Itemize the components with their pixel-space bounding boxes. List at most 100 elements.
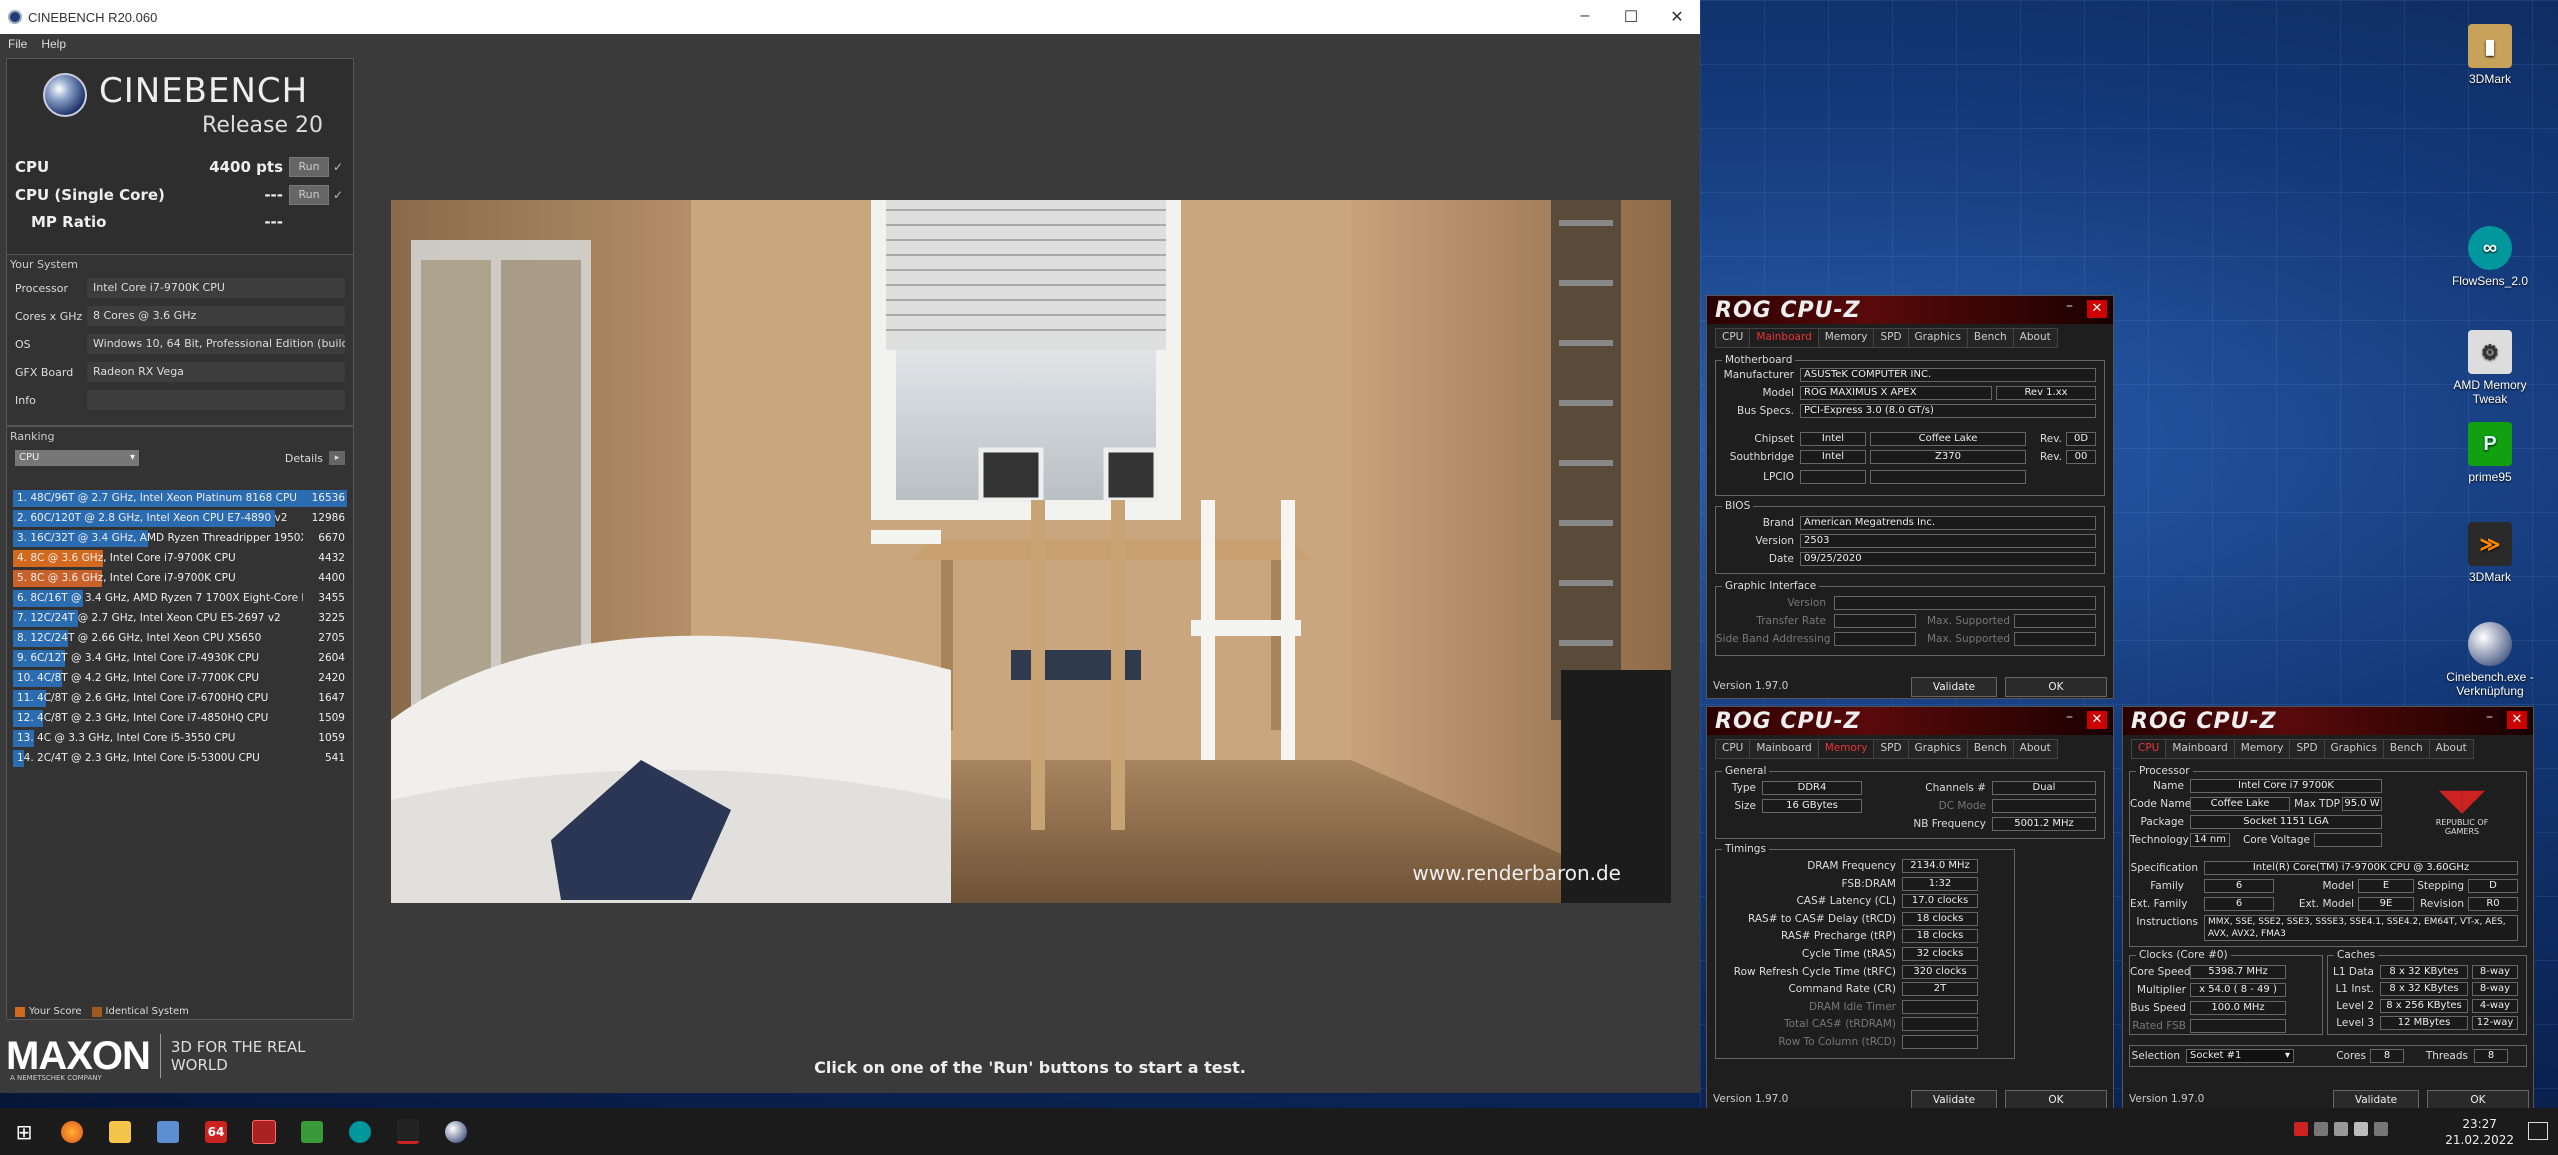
taskbar-cpuz[interactable] (240, 1108, 288, 1155)
tab-mainboard[interactable]: Mainboard (2165, 739, 2235, 759)
minimize-button[interactable]: – (2486, 709, 2493, 725)
ranking-item[interactable]: 10. 4C/8T @ 4.2 GHz, Intel Core i7-7700K… (13, 669, 347, 688)
field-label: Model (1762, 387, 1794, 399)
tray-app-icon[interactable] (2334, 1122, 2348, 1136)
cache-size-value: 8 x 32 KBytes (2380, 982, 2468, 996)
validate-button[interactable]: Validate (2333, 1090, 2419, 1110)
close-button[interactable]: ✕ (2087, 300, 2107, 318)
taskbar-arduino[interactable] (336, 1108, 384, 1155)
ranking-item[interactable]: 4. 8C @ 3.6 GHz, Intel Core i7-9700K CPU… (13, 549, 347, 568)
clock[interactable]: 23:27 21.02.2022 (2445, 1116, 2514, 1148)
tab-spd[interactable]: SPD (1873, 328, 1909, 348)
ranking-item[interactable]: 6. 8C/16T @ 3.4 GHz, AMD Ryzen 7 1700X E… (13, 589, 347, 608)
info-field[interactable] (87, 390, 345, 410)
minimize-button[interactable]: – (2066, 709, 2073, 725)
desktop-icon-flowsens[interactable]: ∞ FlowSens_2.0 (2435, 226, 2545, 288)
notification-icon[interactable] (2528, 1122, 2548, 1140)
close-button[interactable]: ✕ (2507, 711, 2527, 729)
minimize-button[interactable]: – (1562, 7, 1608, 27)
menu-help[interactable]: Help (41, 37, 66, 51)
taskbar-msi-afterburner[interactable] (384, 1108, 432, 1155)
tab-cpu[interactable]: CPU (1715, 328, 1751, 348)
ranking-item[interactable]: 5. 8C @ 3.6 GHz, Intel Core i7-9700K CPU… (13, 569, 347, 588)
taskbar-gpu-tool[interactable] (288, 1108, 336, 1155)
taskbar-explorer[interactable] (96, 1108, 144, 1155)
chevron-down-icon: ▾ (129, 452, 135, 463)
tab-graphics[interactable]: Graphics (1907, 739, 1968, 759)
socket-select[interactable]: Socket #1 ▾ (2186, 1049, 2294, 1063)
single-core-enable-checkbox[interactable]: ✓ (329, 188, 347, 202)
tab-spd[interactable]: SPD (1873, 739, 1909, 759)
desktop-icon-cinebench[interactable]: Cinebench.exe - Verknüpfung (2435, 622, 2545, 698)
ranking-item[interactable]: 11. 4C/8T @ 2.6 GHz, Intel Core i7-6700H… (13, 689, 347, 708)
tab-about[interactable]: About (2428, 739, 2474, 759)
tray-volume-icon[interactable] (2354, 1122, 2368, 1136)
ranking-item[interactable]: 2. 60C/120T @ 2.8 GHz, Intel Xeon CPU E7… (13, 509, 347, 528)
tab-bench[interactable]: Bench (2382, 739, 2430, 759)
field-label: Rev. (2039, 433, 2062, 445)
tab-mainboard[interactable]: Mainboard (1749, 328, 1819, 348)
tab-memory[interactable]: Memory (1817, 739, 1875, 759)
ranking-item[interactable]: 9. 6C/12T @ 3.4 GHz, Intel Core i7-4930K… (13, 649, 347, 668)
ranking-item-points: 1059 (318, 732, 345, 744)
desktop-icon-3dmark-folder[interactable]: ▮ 3DMark (2435, 24, 2545, 86)
ranking-item[interactable]: 14. 2C/4T @ 2.3 GHz, Intel Core i5-5300U… (13, 749, 347, 768)
validate-button[interactable]: Validate (1911, 1090, 1997, 1110)
minimize-button[interactable]: – (2066, 298, 2073, 314)
taskbar-aida64[interactable]: 64 (192, 1108, 240, 1155)
tab-bench[interactable]: Bench (1966, 739, 2014, 759)
tab-about[interactable]: About (2012, 328, 2058, 348)
close-button[interactable]: ✕ (1654, 7, 1700, 27)
ranking-item[interactable]: 8. 12C/24T @ 2.66 GHz, Intel Xeon CPU X5… (13, 629, 347, 648)
score-label: CPU (Single Core) (15, 186, 165, 204)
ok-button[interactable]: OK (2427, 1090, 2529, 1110)
tab-memory[interactable]: Memory (2233, 739, 2291, 759)
tab-cpu[interactable]: CPU (1715, 739, 1751, 759)
ok-button[interactable]: OK (2005, 1090, 2107, 1110)
tab-graphics[interactable]: Graphics (1907, 328, 1968, 348)
tab-mainboard[interactable]: Mainboard (1749, 739, 1819, 759)
ranking-item-label: 13. 4C @ 3.3 GHz, Intel Core i5-3550 CPU (17, 732, 236, 744)
tab-spd[interactable]: SPD (2289, 739, 2325, 759)
run-cpu-button[interactable]: Run (289, 157, 329, 177)
cpu-enable-checkbox[interactable]: ✓ (329, 160, 347, 174)
timing-value (1902, 999, 1978, 1014)
tray-network-icon[interactable] (2314, 1122, 2328, 1136)
details-toggle-button[interactable]: ▸ (329, 451, 345, 465)
desktop-icon-3dmark[interactable]: ≫ 3DMark (2435, 522, 2545, 584)
start-button[interactable]: ⊞ (0, 1108, 48, 1155)
system-row: Processor Intel Core i7-9700K CPU (7, 274, 353, 302)
ranking-item[interactable]: 7. 12C/24T @ 2.7 GHz, Intel Xeon CPU E5-… (13, 609, 347, 628)
ranking-type-select[interactable]: CPU ▾ (15, 450, 139, 466)
tab-about[interactable]: About (2012, 739, 2058, 759)
tab-bench[interactable]: Bench (1966, 328, 2014, 348)
close-button[interactable]: ✕ (2087, 711, 2107, 729)
rog-logo: ◥◤ REPUBLIC OF GAMERS (2412, 784, 2512, 850)
tab-cpu[interactable]: CPU (2131, 739, 2167, 759)
ranking-item[interactable]: 12. 4C/8T @ 2.3 GHz, Intel Core i7-4850H… (13, 709, 347, 728)
field-label: Ext. Model (2298, 898, 2354, 910)
taskbar-firefox[interactable] (48, 1108, 96, 1155)
run-single-core-button[interactable]: Run (289, 185, 329, 205)
tab-graphics[interactable]: Graphics (2323, 739, 2384, 759)
timing-value: 18 clocks (1902, 929, 1978, 944)
ranking-item[interactable]: 3. 16C/32T @ 3.4 GHz, AMD Ryzen Threadri… (13, 529, 347, 548)
tray-pdf-icon[interactable] (2294, 1122, 2308, 1136)
validate-button[interactable]: Validate (1911, 677, 1997, 697)
bios-brand-value: American Megatrends Inc. (1800, 516, 2096, 530)
taskbar-cinebench[interactable] (432, 1108, 480, 1155)
maximize-button[interactable]: ☐ (1608, 7, 1654, 27)
ranking-item[interactable]: 1. 48C/96T @ 2.7 GHz, Intel Xeon Platinu… (13, 489, 347, 508)
system-value: Windows 10, 64 Bit, Professional Edition… (87, 334, 345, 354)
desktop-icon-amd-memory-tweak[interactable]: ⚙ AMD Memory Tweak (2435, 330, 2545, 406)
menu-file[interactable]: File (8, 37, 27, 51)
taskbar-calculator[interactable] (144, 1108, 192, 1155)
field-label: Revision (2420, 898, 2464, 910)
tray-keyboard-icon[interactable] (2374, 1122, 2388, 1136)
desktop-icon-prime95[interactable]: P prime95 (2435, 422, 2545, 484)
tab-memory[interactable]: Memory (1817, 328, 1875, 348)
ok-button[interactable]: OK (2005, 677, 2107, 697)
ranking-item-points: 1509 (318, 712, 345, 724)
field-label: Core Voltage (2242, 834, 2310, 846)
ranking-item[interactable]: 13. 4C @ 3.3 GHz, Intel Core i5-3550 CPU… (13, 729, 347, 748)
